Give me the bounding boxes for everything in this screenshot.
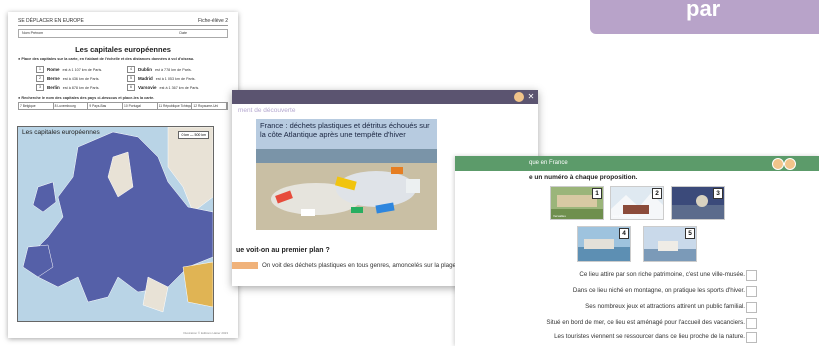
capital-number: 4 — [127, 66, 135, 73]
capital-item: 1 Rome est à 1 107 km de Paris. — [36, 66, 119, 73]
thumb-seaside[interactable]: 4 — [577, 226, 631, 262]
proposition: Ce lieu attire par son riche patrimoine,… — [579, 271, 745, 278]
country-cell: 12 Royaume-Uni — [192, 103, 228, 109]
capital-distance: est à 1 053 km de Paris. — [155, 76, 196, 81]
country-cell: 7 Belgique — [19, 103, 54, 109]
capital-item: 5 Madrid est à 1 053 km de Paris. — [127, 75, 210, 82]
europe-map-graphic — [22, 127, 213, 313]
info-icon[interactable] — [514, 92, 524, 102]
panel-titlebar: que en France — [455, 156, 819, 171]
thumb-park[interactable]: 3 — [671, 186, 725, 220]
thumb-nature[interactable]: 5 — [643, 226, 697, 262]
capital-number: 1 — [36, 66, 44, 73]
dialog-answer: On voit des déchets plastiques en tous g… — [232, 262, 458, 269]
name-label: Nom Prénom — [22, 31, 44, 35]
worksheet-header-right: Fiche-élève 2 — [197, 18, 228, 24]
capital-distance: est à 878 km de Paris. — [62, 85, 100, 90]
capital-distance: est à 436 km de Paris. — [62, 76, 100, 81]
dialog-titlebar: ✕ — [232, 90, 538, 104]
europe-map: Les capitales européennes 0 km — 500 km — [17, 126, 214, 322]
proposition: Ses nombreux jeux et attractions attiren… — [585, 303, 745, 310]
capital-city: Rome — [47, 67, 60, 72]
capital-city: Madrid — [138, 76, 153, 81]
thumb-mountain[interactable]: 2 Les 2 Alpes (Isère) — [610, 186, 664, 220]
country-cell: 10 Portugal — [123, 103, 158, 109]
dialog-question: ue voit-on au premier plan ? — [236, 247, 330, 254]
thumb-number: 4 — [619, 228, 629, 239]
thumb-number: 2 — [652, 188, 662, 199]
countries-row: 7 Belgique 8 Luxembourg 9 Pays-Bas 10 Po… — [18, 102, 228, 110]
capital-number: 6 — [127, 84, 135, 91]
instruction-1: ● Place des capitales sur la carte, en t… — [18, 57, 195, 61]
answer-box[interactable] — [746, 332, 757, 343]
proposition: Les touristes viennent se ressourcer dan… — [554, 333, 745, 340]
photo-caption: France : déchets plastiques et détritus … — [260, 121, 430, 139]
map-title: Les capitales européennes — [22, 129, 100, 136]
dialog-subtitle: ment de découverte — [238, 107, 296, 114]
capital-number: 3 — [36, 84, 44, 91]
country-cell: 11 République Tchèque — [158, 103, 193, 109]
map-scale: 0 km — 500 km — [178, 131, 209, 139]
capital-city: Berlin — [47, 85, 60, 90]
capital-item: 3 Berlin est à 878 km de Paris. — [36, 84, 119, 91]
beach-photo: France : déchets plastiques et détritus … — [256, 119, 437, 230]
capital-distance: est à 778 km de Paris. — [155, 67, 192, 72]
panel-instruction: e un numéro à chaque proposition. — [529, 174, 638, 181]
capital-number: 2 — [36, 75, 44, 82]
country-cell: 9 Pays-Bas — [88, 103, 124, 109]
answer-text: On voit des déchets plastiques en tous g… — [262, 262, 458, 269]
close-icon[interactable]: ✕ — [526, 92, 536, 102]
capital-city: Berne — [47, 76, 60, 81]
instruction-2: ● Recherche le nom des capitales des pay… — [18, 96, 155, 100]
worksheet-credit: Illustration © Editions Hatier 2023 — [183, 331, 228, 335]
capital-city: Dublin — [138, 67, 152, 72]
worksheet-header-left: SE DÉPLACER EN EUROPE — [18, 18, 84, 24]
answer-box[interactable] — [746, 302, 757, 313]
title-badge: par — [590, 0, 819, 34]
answer-tag — [232, 262, 258, 269]
worksheet-title: Les capitales européennes — [75, 45, 171, 54]
proposition: Situé en bord de mer, ce lieu est aménag… — [546, 319, 745, 326]
capital-item: 6 Varsovie est à 1 367 km de Paris. — [127, 84, 210, 91]
date-label: Date — [179, 31, 187, 35]
help-icon[interactable] — [772, 158, 784, 170]
proposition: Dans ce lieu niché en montagne, on prati… — [572, 287, 745, 294]
close-icon[interactable] — [784, 158, 796, 170]
capital-distance: est à 1 107 km de Paris. — [62, 67, 103, 72]
worksheet-header: SE DÉPLACER EN EUROPE Fiche-élève 2 — [18, 18, 228, 26]
capitals-list: 1 Rome est à 1 107 km de Paris. 4 Dublin est… — [18, 63, 228, 94]
thumb-number: 1 — [592, 188, 602, 199]
capital-distance: est à 1 367 km de Paris. — [159, 85, 200, 90]
thumb-number: 3 — [713, 188, 723, 199]
thumb-label: Versailles — [553, 214, 566, 218]
capital-item: 2 Berne est à 436 km de Paris. — [36, 75, 119, 82]
exercise-panel: que en France e un numéro à chaque propo… — [455, 156, 819, 346]
answer-box[interactable] — [746, 318, 757, 329]
name-date-box: Nom Prénom Date — [18, 29, 228, 38]
country-cell: 8 Luxembourg — [54, 103, 89, 109]
capital-item: 4 Dublin est à 778 km de Paris. — [127, 66, 210, 73]
thumb-number: 5 — [685, 228, 695, 239]
answer-box[interactable] — [746, 286, 757, 297]
capital-city: Varsovie — [138, 85, 157, 90]
panel-title: que en France — [529, 160, 568, 166]
thumb-label: Les 2 Alpes (Isère) — [613, 214, 639, 218]
thumb-versailles[interactable]: 1 Versailles — [550, 186, 604, 220]
answer-box[interactable] — [746, 270, 757, 281]
capital-number: 5 — [127, 75, 135, 82]
